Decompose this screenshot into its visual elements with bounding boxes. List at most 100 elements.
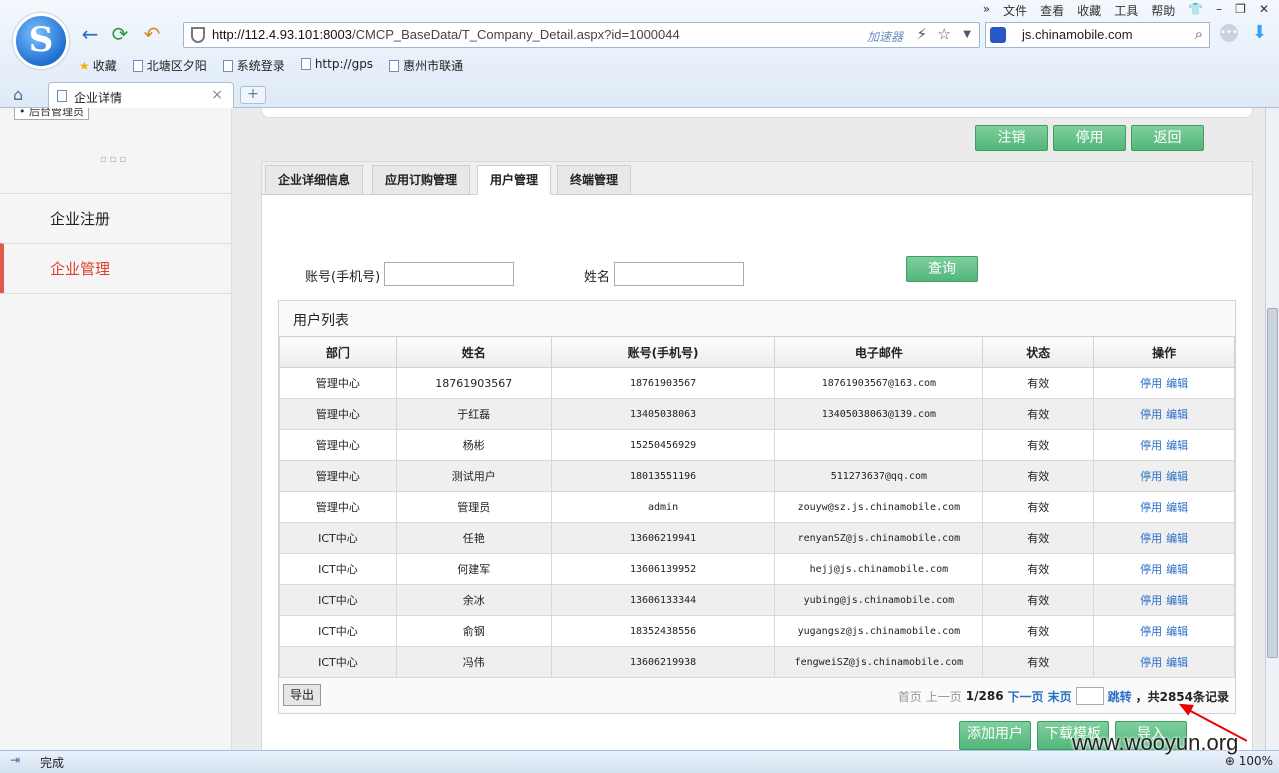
cell-status: 有效	[982, 615, 1095, 647]
sidebar-item-company-register[interactable]: 企业注册	[0, 193, 231, 243]
disable-company-button[interactable]: 停用	[1053, 125, 1126, 151]
disable-user-link[interactable]: 停用	[1140, 625, 1162, 638]
vertical-scrollbar[interactable]	[1265, 108, 1279, 750]
watermark: www.wooyun.org	[1072, 730, 1239, 755]
cell-name: 冯伟	[395, 646, 552, 678]
zoom-level[interactable]: ⊕ 100%	[1225, 754, 1273, 768]
maximize-icon[interactable]: ❐	[1235, 2, 1246, 19]
minimize-icon[interactable]: –	[1216, 2, 1222, 19]
account-input[interactable]	[384, 262, 514, 286]
column-header-name[interactable]: 姓名	[395, 336, 552, 368]
menu-view[interactable]: 查看	[1040, 2, 1064, 19]
menu-help[interactable]: 帮助	[1151, 2, 1175, 19]
cell-dept: ICT中心	[279, 584, 397, 616]
close-window-icon[interactable]: ✕	[1259, 2, 1269, 19]
query-button[interactable]: 查询	[906, 256, 978, 282]
scrollbar-thumb[interactable]	[1267, 308, 1278, 658]
browser-tab[interactable]: 企业详情 ×	[48, 82, 234, 109]
sidebar-item-company-manage[interactable]: 企业管理	[0, 243, 231, 293]
accelerator-label[interactable]: 加速器	[867, 28, 903, 45]
cell-dept: 管理中心	[279, 398, 397, 430]
cell-status: 有效	[982, 367, 1095, 399]
tab-terminal-management[interactable]: 终端管理	[557, 165, 632, 195]
back-arrow-icon[interactable]: ←	[78, 22, 102, 46]
search-box[interactable]: 🐾 js.chinamobile.com ⌕	[985, 22, 1210, 48]
edit-user-link[interactable]: 编辑	[1166, 532, 1188, 545]
cell-email: renyanSZ@js.chinamobile.com	[774, 522, 984, 554]
bookmark-item[interactable]: 惠州市联通	[389, 57, 463, 74]
export-button[interactable]: 导出	[283, 684, 321, 706]
collapse-dots-icon[interactable]: ▫▫▫	[100, 154, 129, 165]
more-options-icon[interactable]: •••	[1220, 24, 1238, 42]
menu-file[interactable]: 文件	[1003, 2, 1027, 19]
bookmark-item[interactable]: 系统登录	[222, 57, 285, 74]
bookmark-favorites[interactable]: ★ 收藏	[79, 57, 117, 74]
column-header-email[interactable]: 电子邮件	[774, 336, 984, 368]
cell-email: fengweiSZ@js.chinamobile.com	[774, 646, 984, 678]
first-page-link[interactable]: 首页	[898, 688, 922, 705]
baidu-paw-icon: 🐾	[990, 27, 1006, 43]
chevron-down-icon[interactable]: ▼	[963, 29, 971, 40]
column-header-status[interactable]: 状态	[982, 336, 1095, 368]
disable-user-link[interactable]: 停用	[1140, 532, 1162, 545]
tab-bar: 企业详细信息 应用订购管理 用户管理 终端管理	[262, 162, 1252, 195]
refresh-icon[interactable]: ⟳	[108, 22, 132, 46]
edit-user-link[interactable]: 编辑	[1166, 656, 1188, 669]
add-user-button[interactable]: 添加用户	[959, 721, 1031, 750]
name-input[interactable]	[614, 262, 744, 286]
disable-user-link[interactable]: 停用	[1140, 470, 1162, 483]
edit-user-link[interactable]: 编辑	[1166, 501, 1188, 514]
edit-user-link[interactable]: 编辑	[1166, 625, 1188, 638]
star-icon[interactable]: ☆	[938, 25, 951, 43]
page-position: 1/286	[965, 689, 1004, 703]
page-jump-input[interactable]	[1075, 687, 1104, 705]
next-page-link[interactable]: 下一页	[1008, 688, 1044, 705]
download-icon[interactable]: ⬇	[1252, 22, 1267, 43]
back-button[interactable]: 返回	[1131, 125, 1204, 151]
edit-user-link[interactable]: 编辑	[1166, 408, 1188, 421]
bookmark-item[interactable]: 北塘区夕阳	[132, 57, 207, 74]
last-page-link[interactable]: 末页	[1048, 688, 1072, 705]
bookmarks-bar: ★ 收藏 北塘区夕阳 系统登录 http://gps 惠州市联通	[79, 57, 463, 74]
menu-favorites[interactable]: 收藏	[1077, 2, 1101, 19]
column-header-account[interactable]: 账号(手机号)	[550, 336, 776, 368]
close-icon[interactable]: ×	[211, 87, 223, 103]
menu-expand-icon[interactable]: »	[983, 2, 990, 19]
disable-user-link[interactable]: 停用	[1140, 501, 1162, 514]
menu-tools[interactable]: 工具	[1114, 2, 1138, 19]
edit-user-link[interactable]: 编辑	[1166, 377, 1188, 390]
edit-user-link[interactable]: 编辑	[1166, 594, 1188, 607]
tab-user-management[interactable]: 用户管理	[477, 165, 552, 195]
edit-user-link[interactable]: 编辑	[1166, 439, 1188, 452]
jump-link[interactable]: 跳转	[1108, 688, 1132, 705]
bookmark-item[interactable]: http://gps	[300, 57, 373, 74]
cancel-company-button[interactable]: 注销	[975, 125, 1048, 151]
disable-user-link[interactable]: 停用	[1140, 408, 1162, 421]
tab-app-subscription[interactable]: 应用订购管理	[372, 165, 471, 195]
new-tab-button[interactable]: +	[240, 86, 266, 104]
edit-user-link[interactable]: 编辑	[1166, 563, 1188, 576]
cell-email	[774, 429, 984, 461]
search-icon[interactable]: ⌕	[1195, 25, 1203, 43]
search-input[interactable]: js.chinamobile.com	[1022, 27, 1133, 42]
edit-user-link[interactable]: 编辑	[1166, 470, 1188, 483]
cell-name: 于红磊	[395, 398, 552, 430]
disable-user-link[interactable]: 停用	[1140, 563, 1162, 576]
address-bar[interactable]: http://112.4.93.101:8003/CMCP_BaseData/T…	[183, 22, 980, 48]
disable-user-link[interactable]: 停用	[1140, 377, 1162, 390]
skin-icon[interactable]: 👕	[1188, 2, 1203, 19]
undo-icon[interactable]: ↶	[140, 22, 164, 46]
address-url[interactable]: http://112.4.93.101:8003/CMCP_BaseData/T…	[212, 27, 680, 42]
disable-user-link[interactable]: 停用	[1140, 656, 1162, 669]
tab-company-detail[interactable]: 企业详细信息	[265, 165, 364, 195]
disable-user-link[interactable]: 停用	[1140, 439, 1162, 452]
cell-name: 18761903567	[395, 367, 552, 399]
table-row: ICT中心 何建军 13606139952 hejj@js.chinamobile.c…	[279, 553, 1235, 585]
tab-title: 企业详情	[74, 91, 123, 105]
sidebar-toggle-icon[interactable]: ⇥	[10, 753, 20, 767]
lightning-icon[interactable]: ⚡	[916, 25, 927, 43]
home-icon[interactable]: ⌂	[13, 85, 23, 104]
column-header-dept[interactable]: 部门	[279, 336, 397, 368]
prev-page-link[interactable]: 上一页	[926, 688, 962, 705]
disable-user-link[interactable]: 停用	[1140, 594, 1162, 607]
